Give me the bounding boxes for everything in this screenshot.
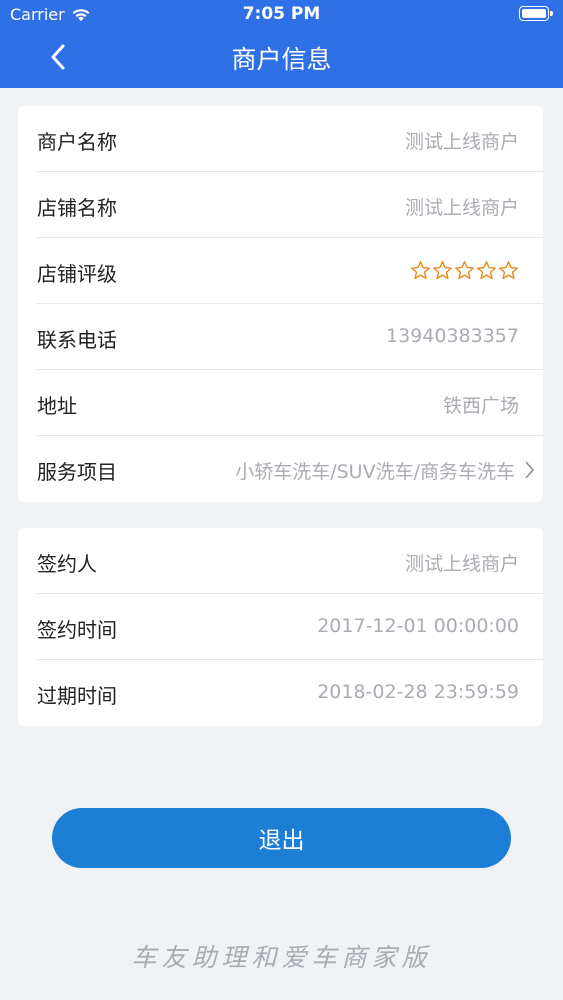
merchant-name-row: 商户名称 测试上线商户 xyxy=(18,106,543,172)
address-value: 铁西广场 xyxy=(442,395,519,417)
phone-value: 13940383357 xyxy=(386,325,519,347)
nav-bar: 商户信息 xyxy=(0,30,563,86)
store-name-label: 店铺名称 xyxy=(37,196,117,220)
page-title: 商户信息 xyxy=(231,45,332,74)
sign-time-value: 2017-12-01 00:00:00 xyxy=(317,615,519,637)
logout-button[interactable]: 退出 xyxy=(52,808,511,868)
services-label: 服务项目 xyxy=(37,460,117,484)
chevron-right-icon xyxy=(525,461,535,479)
star-icon xyxy=(477,261,496,280)
battery-icon xyxy=(519,6,553,21)
merchant-name-value: 测试上线商户 xyxy=(404,131,519,153)
store-rating-row: 店铺评级 xyxy=(18,238,543,304)
status-time: 7:05 PM xyxy=(242,4,321,24)
status-bar: Carrier 7:05 PM xyxy=(0,0,563,30)
expiry-time-label: 过期时间 xyxy=(37,684,117,708)
sign-time-row: 签约时间 2017-12-01 00:00:00 xyxy=(18,594,543,660)
header: Carrier 7:05 PM 商户信息 xyxy=(0,0,563,88)
merchant-name-label: 商户名称 xyxy=(37,130,117,154)
store-name-row: 店铺名称 测试上线商户 xyxy=(18,172,543,238)
star-icon xyxy=(499,261,518,280)
footer-brand: 车友助理和爱车商家版 xyxy=(131,943,432,972)
signer-value: 测试上线商户 xyxy=(404,553,519,575)
store-rating-label: 店铺评级 xyxy=(37,262,117,286)
address-row: 地址 铁西广场 xyxy=(18,370,543,436)
address-label: 地址 xyxy=(37,394,77,418)
expiry-time-row: 过期时间 2018-02-28 23:59:59 xyxy=(18,660,543,726)
star-icon xyxy=(455,261,474,280)
services-row[interactable]: 服务项目 小轿车洗车/SUV洗车/商务车洗车 xyxy=(18,436,543,502)
phone-row: 联系电话 13940383357 xyxy=(18,304,543,370)
sign-time-label: 签约时间 xyxy=(37,618,117,642)
merchant-info-card: 商户名称 测试上线商户 店铺名称 测试上线商户 店铺评级 联系电话 139403… xyxy=(18,106,543,502)
store-name-value: 测试上线商户 xyxy=(404,197,519,219)
signer-row: 签约人 测试上线商户 xyxy=(18,528,543,594)
contract-info-card: 签约人 测试上线商户 签约时间 2017-12-01 00:00:00 过期时间… xyxy=(18,528,543,726)
expiry-time-value: 2018-02-28 23:59:59 xyxy=(317,681,519,703)
star-icon xyxy=(433,261,452,280)
phone-label: 联系电话 xyxy=(37,328,117,352)
rating-stars xyxy=(410,260,519,281)
star-icon xyxy=(411,261,430,280)
signer-label: 签约人 xyxy=(37,552,97,576)
services-value: 小轿车洗车/SUV洗车/商务车洗车 xyxy=(235,461,515,483)
